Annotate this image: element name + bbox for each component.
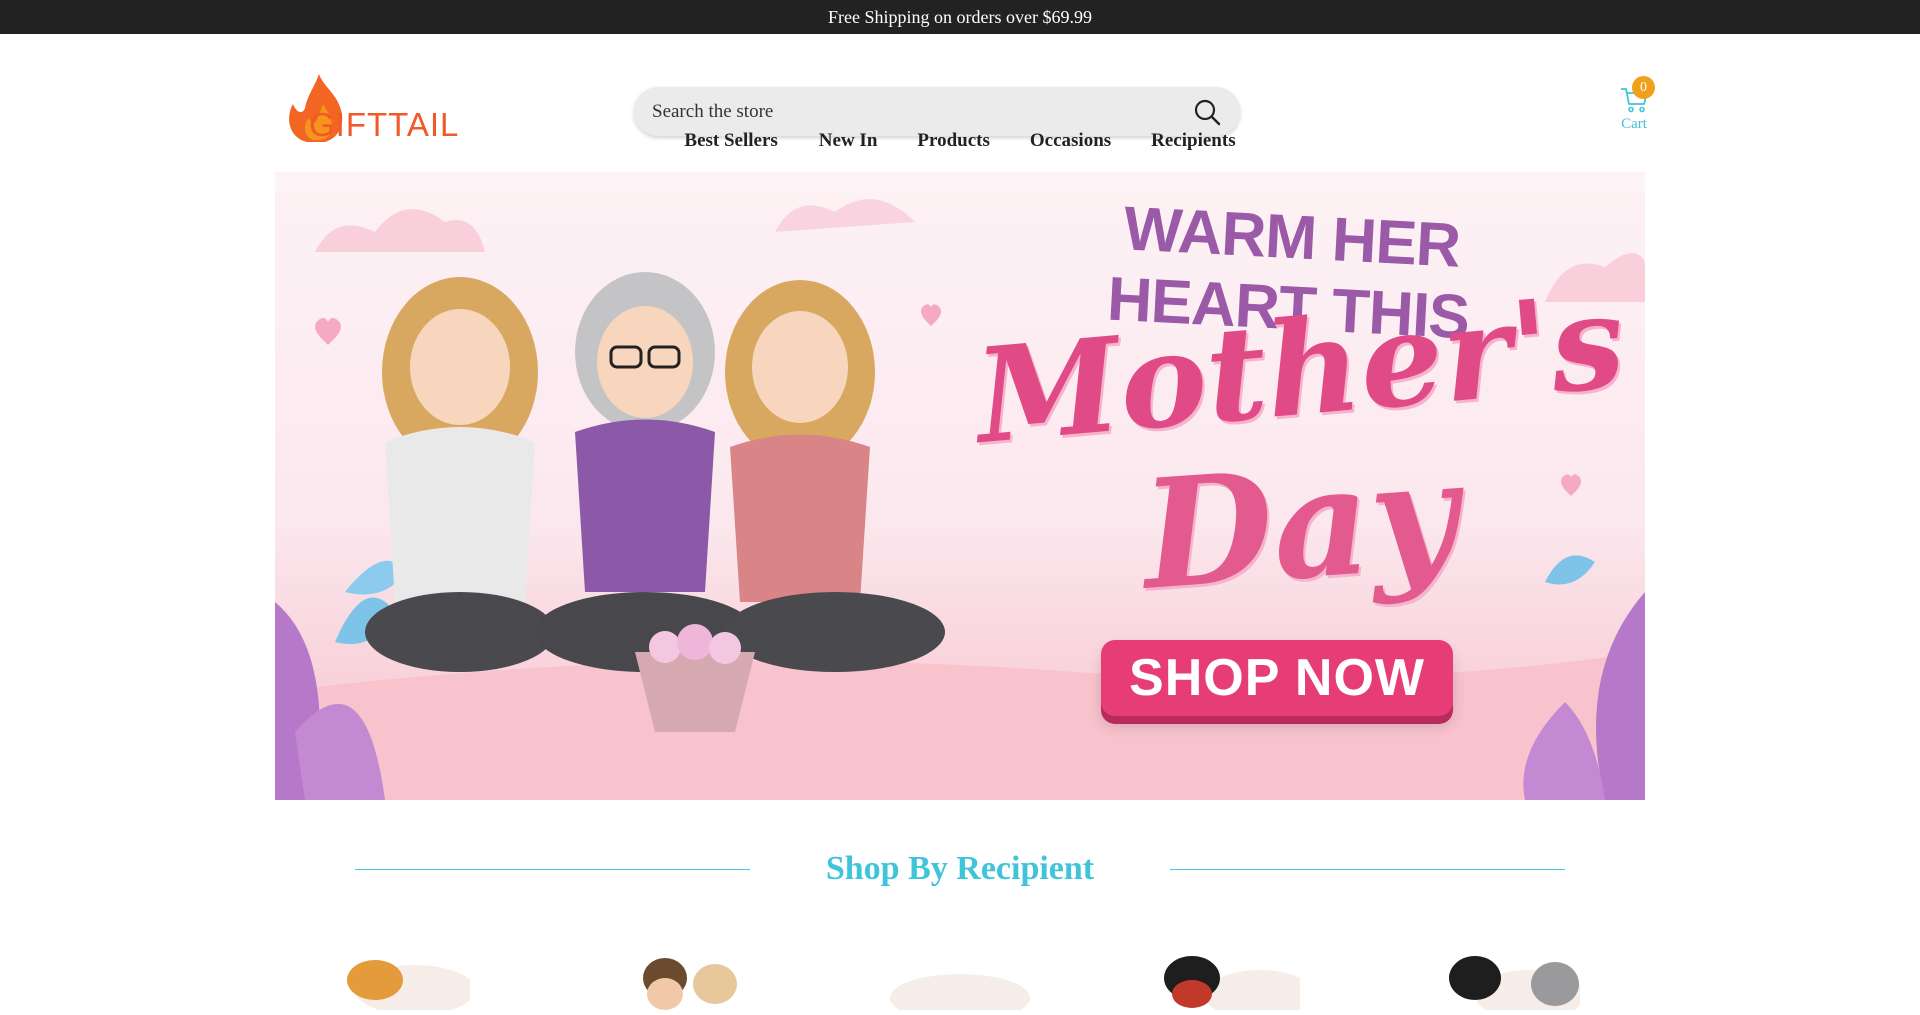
announcement-bar: Free Shipping on orders over $69.99	[0, 0, 1920, 34]
recipient-card[interactable]	[320, 950, 475, 1015]
search-bar[interactable]: Search the store	[634, 87, 1240, 136]
shop-now-button[interactable]: SHOP NOW	[1101, 640, 1453, 716]
section-title: Shop By Recipient	[825, 850, 1095, 887]
nav-label: Products	[917, 130, 990, 151]
divider	[1170, 869, 1565, 870]
announcement-text: Free Shipping on orders over $69.99	[828, 6, 1092, 27]
nav-item-best-sellers[interactable]: Best Sellers	[684, 130, 778, 152]
nav-label: Occasions	[1029, 130, 1112, 151]
nav-item-occasions[interactable]: Occasions	[1030, 130, 1111, 152]
section-header: Shop By Recipient	[0, 850, 1920, 890]
nav-label: Recipients	[1151, 130, 1236, 151]
main-nav: Best Sellers New In Products Occasions R…	[0, 130, 1920, 152]
nav-item-products[interactable]: Products	[917, 130, 989, 152]
recipient-card[interactable]	[1430, 950, 1585, 1015]
recipient-card[interactable]	[620, 950, 770, 1010]
recipient-card[interactable]	[1150, 950, 1315, 1015]
site-header: GIFTTAIL Search the store 0 Cart	[0, 34, 1920, 143]
nav-item-new-in[interactable]: New In	[819, 130, 878, 152]
hero-script-subtitle: Day	[1137, 426, 1463, 624]
nav-label: New In	[818, 130, 878, 151]
recipient-carousel	[0, 950, 1920, 1015]
cart-count-badge: 0	[1632, 76, 1655, 99]
search-input[interactable]: Search the store	[652, 101, 1192, 123]
nav-item-recipients[interactable]: Recipients	[1151, 130, 1235, 152]
nav-label: Best Sellers	[684, 130, 778, 151]
search-icon[interactable]	[1192, 97, 1222, 127]
recipient-card[interactable]	[885, 950, 1035, 1015]
hero-banner[interactable]: WARM HER HEART THIS Mother's Day SHOP NO…	[275, 172, 1645, 800]
